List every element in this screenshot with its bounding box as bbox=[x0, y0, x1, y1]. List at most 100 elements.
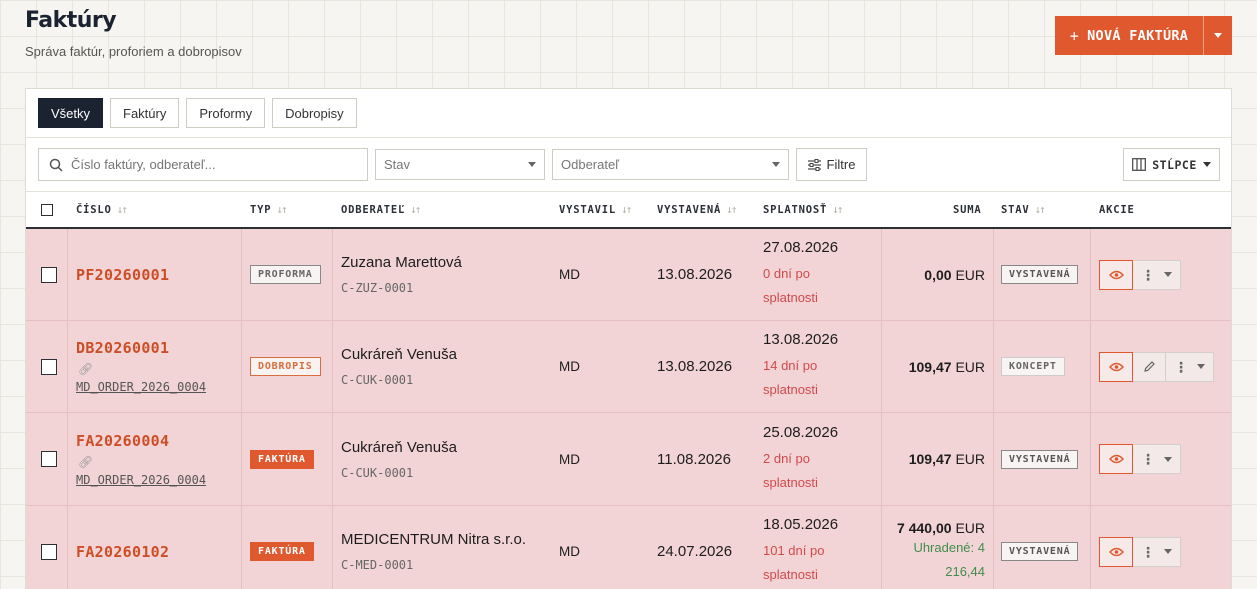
cell-divider bbox=[993, 229, 994, 320]
customer-select[interactable]: Odberateľ bbox=[552, 149, 789, 180]
col-issued[interactable]: VYSTAVENÁ ↓↑ bbox=[657, 192, 737, 227]
col-number-label: ČÍSLO bbox=[76, 203, 112, 216]
new-invoice-dropdown-button[interactable] bbox=[1203, 16, 1232, 55]
customer-code: C-CUK-0001 bbox=[341, 373, 414, 387]
new-invoice-button[interactable]: + NOVÁ FAKTÚRA bbox=[1055, 16, 1203, 55]
chevron-down-icon bbox=[772, 162, 780, 167]
select-all-cell bbox=[41, 192, 53, 227]
filters-button[interactable]: Filtre bbox=[796, 148, 867, 181]
cell-divider bbox=[332, 413, 333, 505]
pencil-icon bbox=[1143, 361, 1155, 372]
status-badge: VYSTAVENÁ bbox=[1001, 449, 1079, 469]
columns-button[interactable]: STĹPCE bbox=[1123, 148, 1220, 181]
due-date: 18.05.2026 bbox=[763, 516, 839, 533]
cell-divider bbox=[332, 506, 333, 589]
order-link[interactable]: MD_ORDER_2026_0004 bbox=[76, 473, 206, 487]
view-button[interactable] bbox=[1099, 351, 1133, 382]
col-customer[interactable]: ODBERATEĽ ↓↑ bbox=[341, 192, 421, 227]
eye-icon bbox=[1108, 270, 1124, 279]
issued-date: 11.08.2026 bbox=[657, 450, 731, 468]
invoice-number-link[interactable]: FA20260004 bbox=[76, 432, 206, 450]
chevron-down-icon bbox=[1214, 33, 1222, 38]
sort-icon: ↓↑ bbox=[116, 203, 128, 216]
col-due-label: SPLATNOSŤ bbox=[763, 203, 828, 216]
row-checkbox[interactable] bbox=[41, 266, 57, 283]
overdue-text: 2 dní po bbox=[763, 450, 810, 466]
more-actions-button[interactable]: ⋮ bbox=[1133, 444, 1181, 474]
cell-divider bbox=[881, 229, 882, 320]
customer-name: Zuzana Marettová bbox=[341, 254, 462, 271]
tab-all[interactable]: Všetky bbox=[38, 98, 104, 128]
select-all-checkbox[interactable] bbox=[41, 203, 53, 216]
col-amount[interactable]: SUMA bbox=[953, 192, 982, 227]
more-vertical-icon: ⋮ bbox=[1141, 451, 1155, 467]
customer-name: MEDICENTRUM Nitra s.r.o. bbox=[341, 531, 527, 548]
col-actions: AKCIE bbox=[1099, 192, 1135, 227]
table-row[interactable]: FA20260102 FAKTÚRA MEDICENTRUM Nitra s.r… bbox=[26, 506, 1231, 589]
cell-divider bbox=[881, 321, 882, 412]
cell-divider bbox=[881, 413, 882, 505]
col-due[interactable]: SPLATNOSŤ ↓↑ bbox=[763, 192, 843, 227]
table-row[interactable]: DB20260001 🔗︎ MD_ORDER_2026_0004 DOBROPI… bbox=[26, 321, 1231, 413]
customer-name: Cukráreň Venuša bbox=[341, 438, 457, 456]
status-select-placeholder: Stav bbox=[384, 157, 411, 172]
col-type[interactable]: TYP ↓↑ bbox=[250, 192, 288, 227]
due-date: 13.08.2026 bbox=[763, 331, 839, 348]
more-actions-button[interactable]: ⋮ bbox=[1133, 259, 1181, 290]
issued-date: 24.07.2026 bbox=[657, 543, 733, 560]
more-actions-button[interactable]: ⋮ bbox=[1133, 536, 1181, 567]
sort-icon: ↓↑ bbox=[620, 203, 632, 216]
invoice-number-link[interactable]: DB20260001 bbox=[76, 339, 206, 357]
sliders-icon bbox=[807, 158, 821, 171]
edit-button[interactable] bbox=[1133, 351, 1166, 382]
customer-code: C-ZUZ-0001 bbox=[341, 281, 414, 295]
table-row[interactable]: FA20260004 🔗︎ MD_ORDER_2026_0004 FAKTÚRA… bbox=[26, 413, 1231, 506]
cell-divider bbox=[993, 321, 994, 412]
col-status-label: STAV bbox=[1001, 203, 1030, 216]
cell-divider bbox=[241, 229, 242, 320]
row-checkbox[interactable] bbox=[41, 358, 57, 375]
cell-divider bbox=[1090, 229, 1091, 320]
customer-code: C-MED-0001 bbox=[341, 558, 414, 572]
row-checkbox[interactable] bbox=[41, 451, 57, 467]
table-row[interactable]: PF20260001 PROFORMA Zuzana Marettová C-Z… bbox=[26, 229, 1231, 321]
view-button[interactable] bbox=[1099, 259, 1133, 290]
divider bbox=[26, 137, 1231, 138]
amount-value: 109,47 bbox=[908, 358, 952, 375]
view-button[interactable] bbox=[1099, 444, 1133, 474]
search-box bbox=[38, 148, 368, 181]
filters-label: Filtre bbox=[826, 157, 856, 172]
currency: EUR bbox=[955, 266, 985, 283]
cell-divider bbox=[1090, 413, 1091, 505]
col-status[interactable]: STAV ↓↑ bbox=[1001, 192, 1046, 227]
search-input[interactable] bbox=[71, 157, 351, 172]
issued-by: MD bbox=[559, 544, 580, 559]
col-issued-by[interactable]: VYSTAVIL ↓↑ bbox=[559, 192, 632, 227]
page-title: Faktúry bbox=[25, 8, 117, 33]
cell-divider bbox=[881, 506, 882, 589]
invoice-number-link[interactable]: PF20260001 bbox=[76, 266, 169, 284]
invoice-number-link[interactable]: FA20260102 bbox=[76, 543, 169, 561]
tab-credit-notes[interactable]: Dobropisy bbox=[272, 98, 357, 128]
tab-proformas[interactable]: Proformy bbox=[186, 98, 266, 128]
chevron-down-icon bbox=[1164, 549, 1172, 554]
view-button[interactable] bbox=[1099, 536, 1133, 567]
row-checkbox[interactable] bbox=[41, 543, 57, 560]
status-badge: KONCEPT bbox=[1001, 357, 1065, 376]
due-date: 27.08.2026 bbox=[763, 239, 839, 256]
type-badge: FAKTÚRA bbox=[250, 449, 314, 469]
type-badge: PROFORMA bbox=[250, 265, 321, 284]
amount-value: 7 440,00 bbox=[897, 519, 952, 536]
cell-divider bbox=[1090, 506, 1091, 589]
status-select[interactable]: Stav bbox=[375, 149, 545, 180]
col-number[interactable]: ČÍSLO ↓↑ bbox=[76, 192, 128, 227]
status-badge: VYSTAVENÁ bbox=[1001, 542, 1079, 561]
tab-invoices[interactable]: Faktúry bbox=[110, 98, 180, 128]
overdue-text: 0 dní po bbox=[763, 266, 810, 281]
cell-divider bbox=[241, 506, 242, 589]
sort-icon: ↓↑ bbox=[1034, 203, 1046, 216]
currency: EUR bbox=[955, 451, 985, 467]
issued-by: MD bbox=[559, 359, 580, 374]
more-actions-button[interactable]: ⋮ bbox=[1166, 351, 1214, 382]
order-link[interactable]: MD_ORDER_2026_0004 bbox=[76, 380, 206, 394]
